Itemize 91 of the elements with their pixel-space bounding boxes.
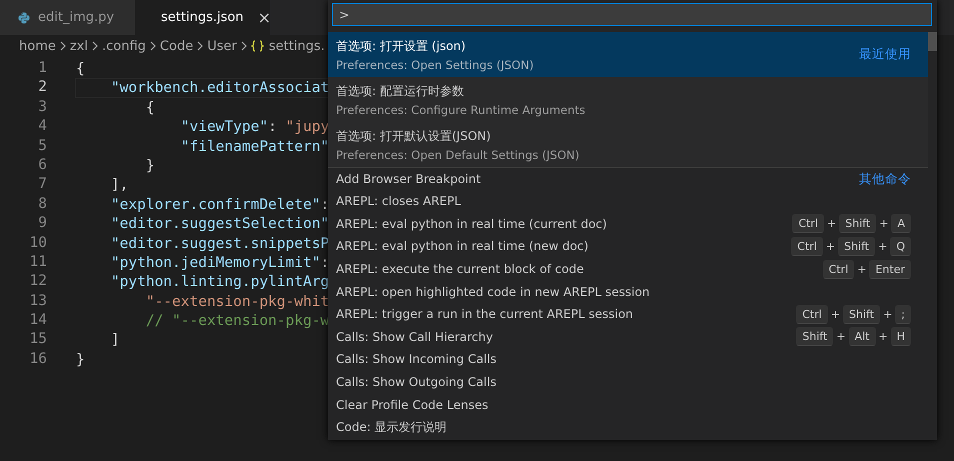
code-line: "explorer.confirmDelete": <box>110 196 325 214</box>
command-label: AREPL: closes AREPL <box>336 194 462 208</box>
line-number: 11 <box>28 252 47 272</box>
plus-sign: + <box>879 217 888 230</box>
plus-sign: + <box>883 308 892 321</box>
editor-tab[interactable]: edit_img.py <box>0 0 135 35</box>
close-icon[interactable]: × <box>258 8 271 27</box>
code-line: } <box>144 156 156 176</box>
command-item[interactable]: Add Browser Breakpoint 其他命令 <box>328 167 928 190</box>
group-label: 最近使用 <box>859 46 911 63</box>
line-number: 2 <box>37 78 47 98</box>
line-number: 5 <box>37 136 47 156</box>
line-number: 4 <box>37 117 47 136</box>
line-number: 14 <box>28 311 47 330</box>
line-number: 9 <box>37 214 47 234</box>
code-line: "filenamePattern" <box>180 138 325 156</box>
command-item[interactable]: 首选项: 打开设置 (json) Preferences: Open Settings (JSON) 最近使用 <box>328 32 928 77</box>
plus-sign: + <box>878 330 888 344</box>
command-label: 首选项: 配置运行时参数 <box>336 82 465 100</box>
command-label: AREPL: trigger a run in the current AREPL session <box>336 307 634 322</box>
key-cap: Ctrl <box>796 304 828 324</box>
plus-sign: + <box>857 262 866 276</box>
line-number: 12 <box>28 272 47 292</box>
line-number: 1 <box>37 59 47 78</box>
line-number: 10 <box>28 234 47 253</box>
group-label: 其他命令 <box>859 170 911 188</box>
code-line: { <box>144 98 156 118</box>
command-label: Code: 显示发行说明 <box>336 418 448 436</box>
command-label: AREPL: eval python in real time (current doc) <box>336 216 608 231</box>
plus-sign: + <box>836 330 846 344</box>
breadcrumb-item[interactable]: settings. <box>268 38 325 54</box>
code-line: "python.jediMemoryLimit": <box>110 254 325 272</box>
command-label: Calls: Show Call Hierarchy <box>336 330 494 344</box>
key-cap: ; <box>895 304 911 324</box>
chevron-icon <box>60 41 66 51</box>
line-number: 7 <box>37 175 47 194</box>
command-label: AREPL: eval python in real time (new doc) <box>336 239 590 254</box>
line-number: 15 <box>28 330 47 350</box>
chevron-icon <box>150 41 156 51</box>
breadcrumb-item[interactable]: zxl <box>70 38 88 54</box>
python-icon <box>18 12 30 24</box>
command-label: Clear Profile Code Lenses <box>336 398 490 412</box>
key-cap: Enter <box>869 260 911 279</box>
breadcrumb-item[interactable]: User <box>207 38 237 54</box>
chevron-icon <box>240 41 247 51</box>
braces-icon <box>250 40 264 52</box>
command-label: Calls: Show Incoming Calls <box>336 352 498 366</box>
command-label: 首选项: 打开默认设置(JSON) <box>336 128 492 144</box>
code-line: } <box>75 350 86 370</box>
command-detail: Preferences: Open Settings (JSON) <box>336 58 535 72</box>
plus-sign: + <box>878 240 888 253</box>
breadcrumb-item[interactable]: Code <box>160 38 194 54</box>
line-number: 3 <box>37 98 47 117</box>
chevron-icon <box>92 41 98 51</box>
command-detail: Preferences: Open Default Settings (JSON) <box>336 148 580 162</box>
chevron-icon <box>197 41 204 51</box>
key-cap: A <box>891 214 911 234</box>
command-item[interactable]: 首选项: 配置运行时参数 Preferences: Configure Runtime Arguments <box>328 77 928 122</box>
command-label: AREPL: execute the current block of code <box>336 262 585 276</box>
code-line: { <box>75 60 86 78</box>
line-number: 13 <box>28 292 47 311</box>
key-cap: H <box>890 327 911 346</box>
key-cap: Shift <box>843 304 880 324</box>
plus-sign: + <box>827 217 836 230</box>
key-cap: Ctrl <box>791 236 823 256</box>
command-input[interactable]: > <box>332 3 932 26</box>
breadcrumb-item[interactable]: home <box>19 38 56 54</box>
editor-tab[interactable]: settings.json × <box>135 0 270 35</box>
command-detail: Preferences: Configure Runtime Arguments <box>336 102 586 116</box>
command-label: Add Browser Breakpoint <box>336 172 482 186</box>
scrollbar-thumb[interactable] <box>928 32 937 51</box>
line-number: 8 <box>37 194 47 214</box>
key-cap: Ctrl <box>822 260 854 279</box>
key-cap: Shift <box>796 327 834 346</box>
command-label: AREPL: open highlighted code in new AREPL session <box>336 284 651 299</box>
plus-sign: + <box>830 308 840 321</box>
key-cap: Shift <box>838 236 876 256</box>
command-label: Calls: Show Outgoing Calls <box>336 375 498 390</box>
plus-sign: + <box>826 240 836 253</box>
line-number: 6 <box>37 156 47 175</box>
command-label: 首选项: 打开设置 (json) <box>336 38 467 54</box>
line-number: 16 <box>28 350 47 369</box>
key-cap: Ctrl <box>792 214 824 234</box>
key-cap: Shift <box>839 214 876 234</box>
key-cap: Alt <box>848 327 876 346</box>
command-item[interactable]: 首选项: 打开默认设置(JSON) Preferences: Open Default Settings (JSON) <box>328 122 928 167</box>
breadcrumb-item[interactable]: .config <box>102 38 146 54</box>
code-line: ] <box>110 331 121 350</box>
code-line: ], <box>110 176 130 195</box>
code-line: "editor.suggestSelection" <box>110 215 325 234</box>
key-cap: Q <box>890 236 911 256</box>
